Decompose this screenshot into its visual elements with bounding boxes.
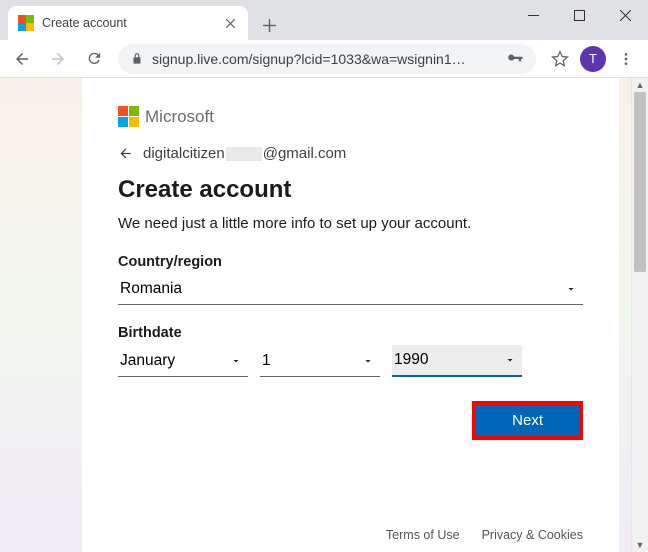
nav-forward-button [42, 43, 74, 75]
microsoft-logo: Microsoft [118, 106, 583, 127]
birth-month-select[interactable]: January [118, 345, 248, 377]
country-label: Country/region [118, 254, 583, 270]
chevron-down-icon [504, 354, 516, 366]
page-heading: Create account [118, 176, 583, 204]
footer-terms-link[interactable]: Terms of Use [386, 528, 460, 542]
scrollbar-thumb[interactable] [634, 92, 646, 272]
scroll-up-icon[interactable]: ▲ [632, 78, 648, 92]
birth-year-value: 1990 [394, 351, 428, 369]
microsoft-favicon-icon [18, 15, 34, 31]
chevron-down-icon [362, 355, 374, 367]
chevron-down-icon [565, 283, 577, 295]
nav-back-button[interactable] [6, 43, 38, 75]
address-bar: signup.live.com/signup?lcid=1033&wa=wsig… [0, 40, 648, 78]
browser-menu-button[interactable] [610, 43, 642, 75]
footer-privacy-link[interactable]: Privacy & Cookies [482, 528, 583, 542]
url-text: signup.live.com/signup?lcid=1033&wa=wsig… [152, 51, 498, 67]
window-maximize-button[interactable] [556, 0, 602, 30]
chevron-down-icon [230, 355, 242, 367]
avatar-letter: T [589, 51, 597, 66]
birth-year-select[interactable]: 1990 [392, 345, 522, 377]
browser-tab[interactable]: Create account [8, 6, 248, 40]
scrollbar[interactable]: ▲ ▼ [631, 78, 648, 552]
country-select[interactable]: Romania [118, 274, 583, 305]
next-button[interactable]: Next [472, 401, 583, 440]
nav-reload-button[interactable] [78, 43, 110, 75]
tab-title: Create account [42, 16, 222, 30]
identity-email: digitalcitizen@gmail.com [143, 145, 346, 162]
background-gradient [619, 78, 631, 552]
country-value: Romania [120, 280, 182, 298]
identity-row[interactable]: digitalcitizen@gmail.com [118, 145, 583, 162]
signup-card: Microsoft digitalcitizen@gmail.com Creat… [82, 78, 619, 552]
microsoft-logo-icon [118, 106, 139, 127]
scroll-down-icon[interactable]: ▼ [632, 538, 648, 552]
omnibox[interactable]: signup.live.com/signup?lcid=1033&wa=wsig… [118, 44, 536, 74]
page-subtext: We need just a little more info to set u… [118, 214, 583, 234]
brand-name: Microsoft [145, 107, 214, 127]
key-icon[interactable] [506, 50, 524, 68]
tab-close-button[interactable] [222, 15, 238, 31]
identity-back-icon[interactable] [118, 146, 133, 161]
birthdate-label: Birthdate [118, 325, 583, 341]
window-minimize-button[interactable] [510, 0, 556, 30]
lock-icon [130, 52, 144, 66]
background-gradient [0, 78, 82, 552]
bookmark-star-button[interactable] [544, 43, 576, 75]
birth-day-value: 1 [262, 352, 271, 370]
new-tab-button[interactable] [254, 10, 284, 40]
email-redacted [226, 147, 262, 161]
birth-day-select[interactable]: 1 [260, 345, 380, 377]
birth-month-value: January [120, 352, 175, 370]
window-close-button[interactable] [602, 0, 648, 30]
profile-avatar[interactable]: T [580, 46, 606, 72]
